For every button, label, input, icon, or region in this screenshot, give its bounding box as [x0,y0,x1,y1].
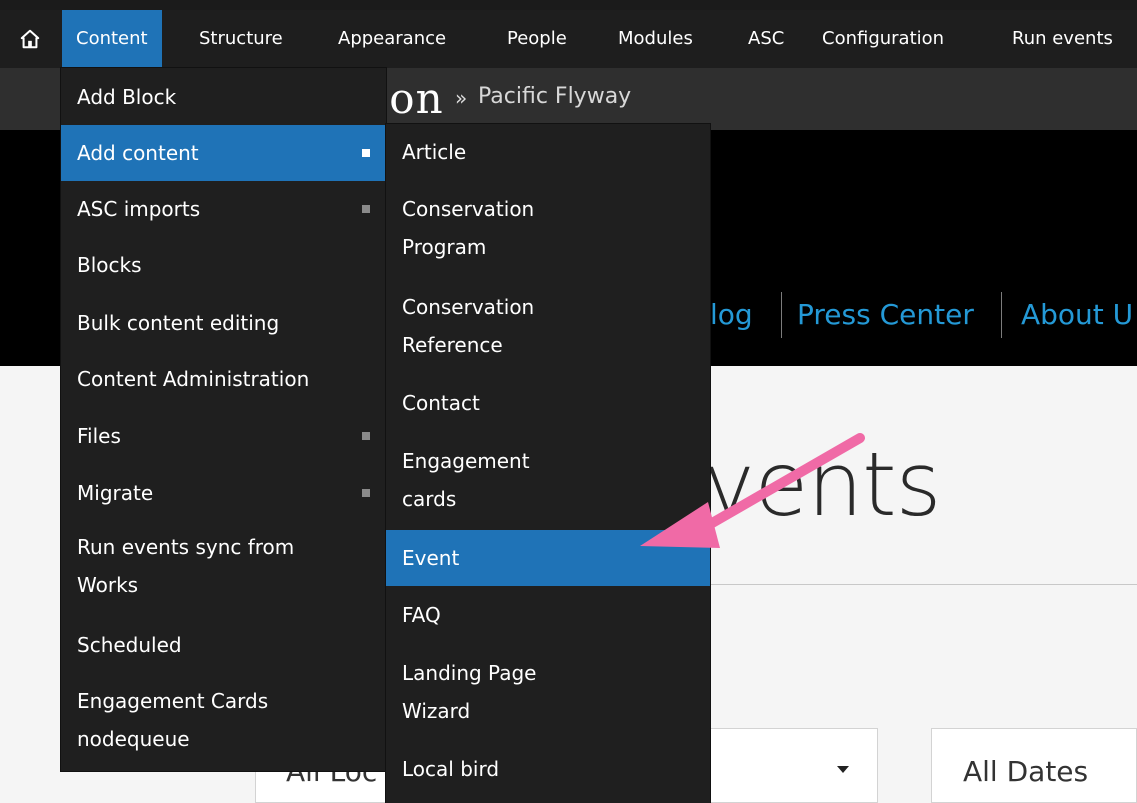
site-nav-blog[interactable]: log [710,298,753,331]
home-icon [20,29,40,49]
menu-item-label-line2: Wizard [402,699,471,723]
submenu-arrow-icon [362,205,370,213]
date-filter-value: All Dates [963,755,1089,788]
menu-item-run-events-sync[interactable]: Run events sync from Works [61,528,386,604]
breadcrumb-separator: » [455,86,468,110]
menu-item-bulk-content-editing[interactable]: Bulk content editing [61,304,386,342]
content-dropdown-menu: Add Block Add content ASC imports Blocks… [61,68,386,771]
menu-item-landing-page-wizard[interactable]: Landing Page Wizard [386,654,710,730]
menu-item-contact[interactable]: Contact [386,384,710,422]
menu-item-label-line2: nodequeue [77,727,190,751]
admin-menu-appearance[interactable]: Appearance [338,10,446,68]
submenu-arrow-icon [362,149,370,157]
menu-item-label: Migrate [77,481,154,505]
menu-item-conservation-reference[interactable]: Conservation Reference [386,288,710,364]
menu-item-blocks[interactable]: Blocks [61,246,386,284]
menu-item-label: ASC imports [77,197,201,221]
menu-item-files[interactable]: Files [61,417,386,455]
menu-item-faq[interactable]: FAQ [386,596,710,634]
admin-menu-people[interactable]: People [507,10,567,68]
site-nav-divider [781,292,782,338]
menu-item-engagement-cards-nodequeue[interactable]: Engagement Cards nodequeue [61,682,386,758]
site-nav-divider [1001,292,1002,338]
menu-item-add-content[interactable]: Add content [61,125,386,181]
menu-item-scheduled[interactable]: Scheduled [61,626,386,664]
menu-item-article[interactable]: Article [386,133,710,171]
menu-item-label: Scheduled [77,633,182,657]
menu-item-label-line2: Reference [402,333,503,357]
home-button[interactable] [0,10,60,68]
menu-item-label: Add content [77,141,199,165]
site-nav-about[interactable]: About U [1021,298,1133,331]
menu-item-label-line2: Program [402,235,487,259]
admin-menu-asc[interactable]: ASC [748,10,784,68]
menu-item-label-line1: Conservation [402,295,535,319]
site-nav-press-center[interactable]: Press Center [797,298,974,331]
annotation-arrow-icon [640,433,865,548]
admin-menu-run-events[interactable]: Run events [1012,10,1113,68]
menu-item-label-line2: Works [77,573,139,597]
menu-item-local-bird[interactable]: Local bird [386,750,710,788]
menu-item-label: Blocks [77,253,142,277]
menu-item-label-line1: Landing Page [402,661,537,685]
admin-menu-bar [0,10,1137,69]
submenu-arrow-icon [362,489,370,497]
menu-item-content-administration[interactable]: Content Administration [61,360,386,398]
menu-item-label: Add Block [77,85,177,109]
menu-item-add-block[interactable]: Add Block [61,78,386,116]
menu-item-label-line1: Engagement Cards [77,689,269,713]
breadcrumb-current: Pacific Flyway [478,84,632,109]
menu-item-label: Article [402,140,467,164]
menu-item-label: Bulk content editing [77,311,280,335]
menu-item-asc-imports[interactable]: ASC imports [61,190,386,228]
menu-item-label: Files [77,424,121,448]
menu-item-migrate[interactable]: Migrate [61,474,386,512]
admin-menu-modules[interactable]: Modules [618,10,693,68]
menu-item-label: Local bird [402,757,500,781]
chevron-down-icon [837,766,849,773]
menu-item-label: Contact [402,391,480,415]
admin-menu-configuration[interactable]: Configuration [822,10,944,68]
admin-menu-content[interactable]: Content [62,10,162,68]
submenu-arrow-icon [362,432,370,440]
menu-item-label: FAQ [402,603,441,627]
menu-item-label-line1: Conservation [402,197,535,221]
menu-item-label: Content Administration [77,367,310,391]
menu-item-label-line1: Run events sync from [77,535,295,559]
admin-menu-structure[interactable]: Structure [199,10,283,68]
menu-item-conservation-program[interactable]: Conservation Program [386,190,710,266]
title-divider [710,584,1137,585]
